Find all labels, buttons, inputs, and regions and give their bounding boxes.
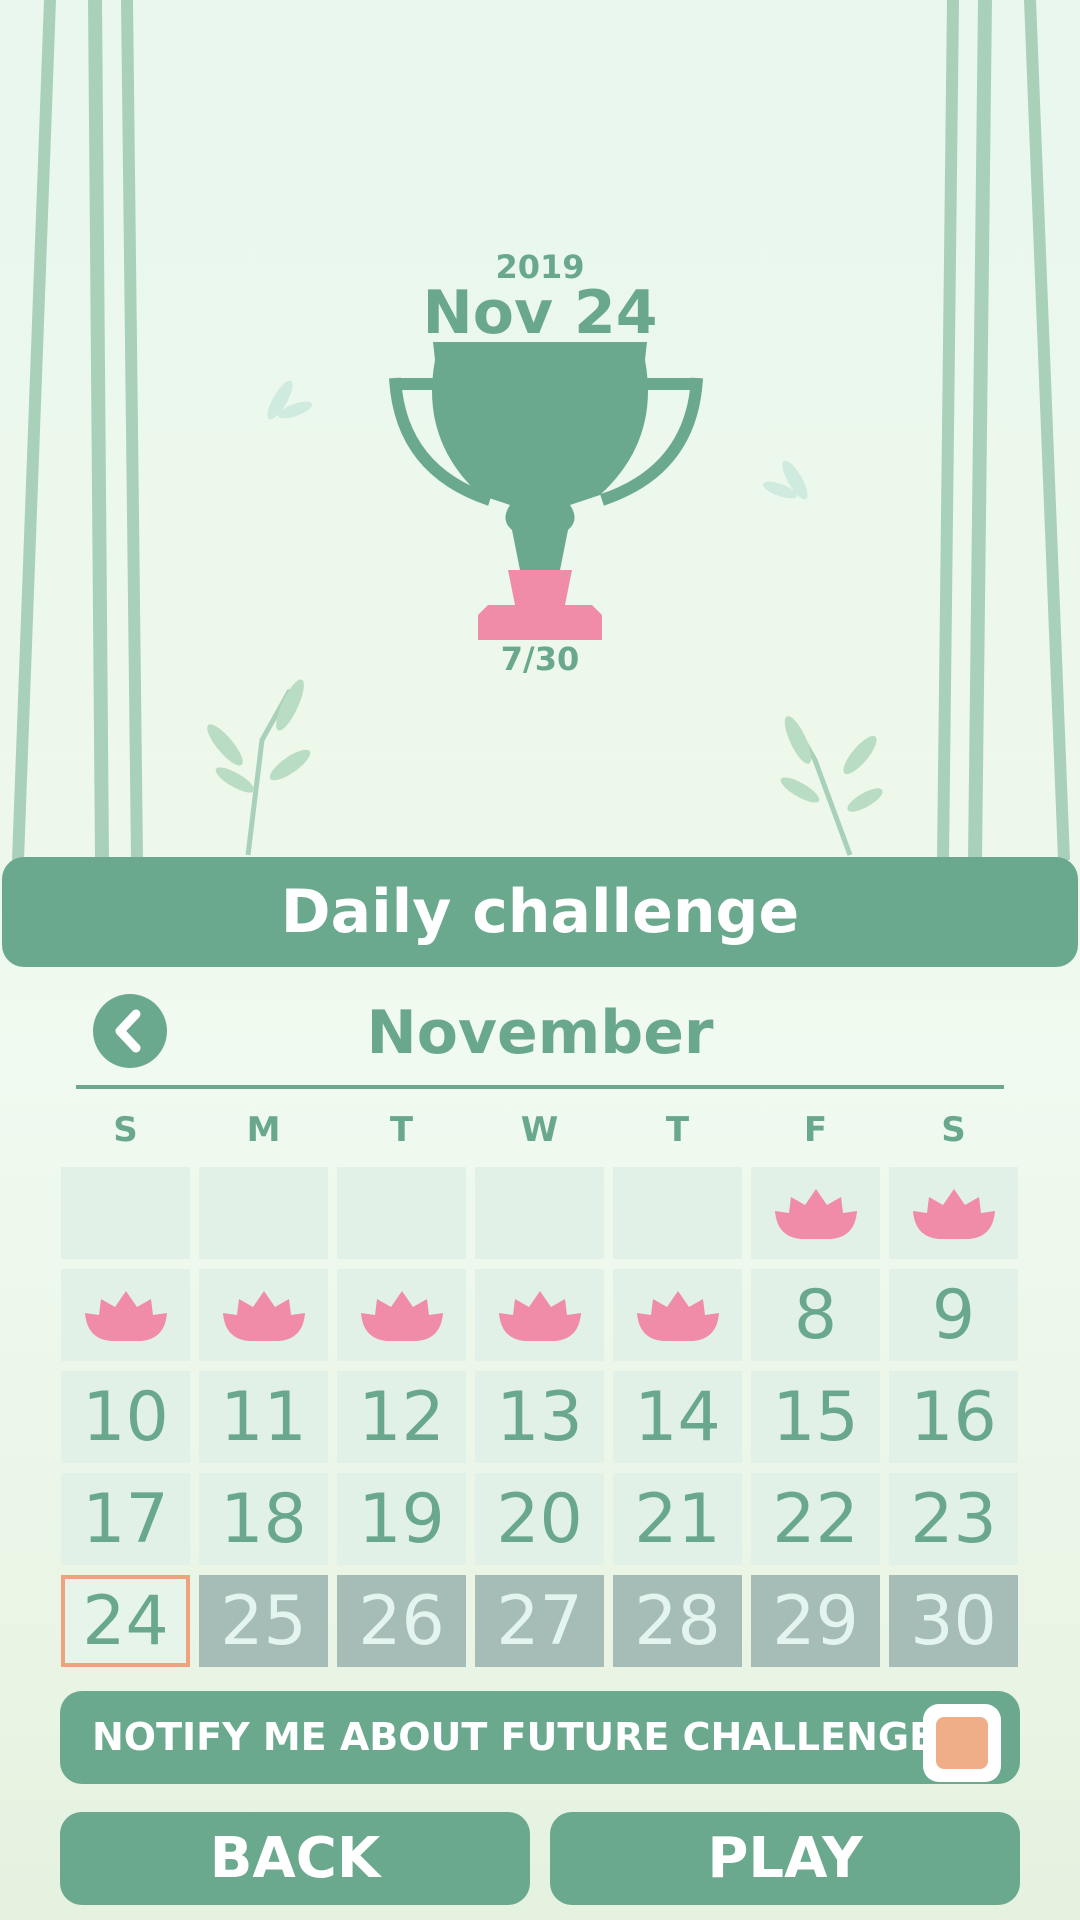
lotus-icon [360, 1291, 443, 1341]
back-button[interactable]: BACK [60, 1812, 530, 1905]
trophy-icon [389, 342, 703, 640]
weekday-label: W [520, 1110, 559, 1150]
lotus-icon [774, 1189, 857, 1239]
day-cell-21[interactable]: 21 [613, 1473, 742, 1565]
day-number: 14 [634, 1377, 721, 1457]
day-cell-15[interactable]: 15 [751, 1371, 880, 1463]
bamboo-background [12, 0, 1070, 860]
empty-day-cell [475, 1167, 604, 1259]
day-number: 26 [358, 1581, 445, 1661]
notify-toggle[interactable]: NOTIFY ME ABOUT FUTURE CHALLENGES [60, 1691, 1020, 1784]
day-cell-26: 26 [337, 1575, 466, 1667]
page-title: Daily challenge [2, 857, 1078, 967]
bamboo-stalk [968, 0, 992, 860]
challenge-date: Nov 24 [422, 278, 658, 348]
day-cell-25: 25 [199, 1575, 328, 1667]
bamboo-stalk [937, 0, 959, 860]
bamboo-stalk [1024, 0, 1070, 860]
day-number: 30 [910, 1581, 997, 1661]
day-cell-8[interactable]: 8 [751, 1269, 880, 1361]
weekday-label: S [941, 1110, 966, 1150]
weekday-label: F [803, 1110, 828, 1150]
bamboo-sprout-left [207, 679, 311, 856]
day-cell-16[interactable]: 16 [889, 1371, 1018, 1463]
day-cell-23[interactable]: 23 [889, 1473, 1018, 1565]
weekday-label: S [113, 1110, 138, 1150]
day-number: 17 [82, 1479, 169, 1559]
checkbox-checked-mark [936, 1717, 988, 1769]
notify-checkbox[interactable] [923, 1704, 1001, 1782]
day-number: 27 [496, 1581, 583, 1661]
day-number: 18 [220, 1479, 307, 1559]
day-cell-24[interactable]: 24 [61, 1575, 190, 1667]
day-cell-3[interactable] [61, 1269, 190, 1361]
day-cell-13[interactable]: 13 [475, 1371, 604, 1463]
day-number: 25 [220, 1581, 307, 1661]
day-cell-22[interactable]: 22 [751, 1473, 880, 1565]
day-cell-28: 28 [613, 1575, 742, 1667]
day-number: 24 [82, 1581, 169, 1661]
bamboo-stalk [121, 0, 143, 860]
bamboo-sprout-right [780, 716, 883, 856]
lotus-icon [498, 1291, 581, 1341]
bamboo-stalk [12, 0, 56, 860]
day-number: 15 [772, 1377, 859, 1457]
day-number: 29 [772, 1581, 859, 1661]
month-title: November [366, 998, 714, 1068]
day-cell-4[interactable] [199, 1269, 328, 1361]
day-cell-19[interactable]: 19 [337, 1473, 466, 1565]
day-number: 13 [496, 1377, 583, 1457]
day-cell-10[interactable]: 10 [61, 1371, 190, 1463]
weekday-label: M [246, 1110, 281, 1150]
day-number: 20 [496, 1479, 583, 1559]
day-cell-27: 27 [475, 1575, 604, 1667]
empty-day-cell [61, 1167, 190, 1259]
day-number: 8 [793, 1275, 838, 1355]
day-cell-18[interactable]: 18 [199, 1473, 328, 1565]
weekday-label: T [665, 1110, 690, 1150]
day-number: 16 [910, 1377, 997, 1457]
day-cell-20[interactable]: 20 [475, 1473, 604, 1565]
day-cell-12[interactable]: 12 [337, 1371, 466, 1463]
trophy-progress-fill [478, 570, 602, 640]
day-number: 23 [910, 1479, 997, 1559]
notify-label: NOTIFY ME ABOUT FUTURE CHALLENGES [92, 1715, 963, 1759]
lotus-icon [636, 1291, 719, 1341]
bamboo-stalk [88, 0, 109, 860]
divider [76, 1085, 1004, 1089]
day-number: 11 [220, 1377, 307, 1457]
day-number: 19 [358, 1479, 445, 1559]
day-cell-1[interactable] [751, 1167, 880, 1259]
day-cell-17[interactable]: 17 [61, 1473, 190, 1565]
day-number: 9 [931, 1275, 976, 1355]
monthly-progress: 7/30 [500, 640, 580, 678]
lotus-icon [912, 1189, 995, 1239]
day-number: 10 [82, 1377, 169, 1457]
lotus-icon [84, 1291, 167, 1341]
day-cell-30: 30 [889, 1575, 1018, 1667]
weekday-label: T [389, 1110, 414, 1150]
empty-day-cell [613, 1167, 742, 1259]
day-cell-2[interactable] [889, 1167, 1018, 1259]
play-button[interactable]: PLAY [550, 1812, 1020, 1905]
day-cell-9[interactable]: 9 [889, 1269, 1018, 1361]
day-number: 21 [634, 1479, 721, 1559]
day-cell-14[interactable]: 14 [613, 1371, 742, 1463]
empty-day-cell [337, 1167, 466, 1259]
day-number: 22 [772, 1479, 859, 1559]
lotus-icon [222, 1291, 305, 1341]
day-cell-6[interactable] [475, 1269, 604, 1361]
day-cell-7[interactable] [613, 1269, 742, 1361]
day-number: 12 [358, 1377, 445, 1457]
day-cell-29: 29 [751, 1575, 880, 1667]
day-number: 28 [634, 1581, 721, 1661]
day-cell-11[interactable]: 11 [199, 1371, 328, 1463]
empty-day-cell [199, 1167, 328, 1259]
day-cell-5[interactable] [337, 1269, 466, 1361]
